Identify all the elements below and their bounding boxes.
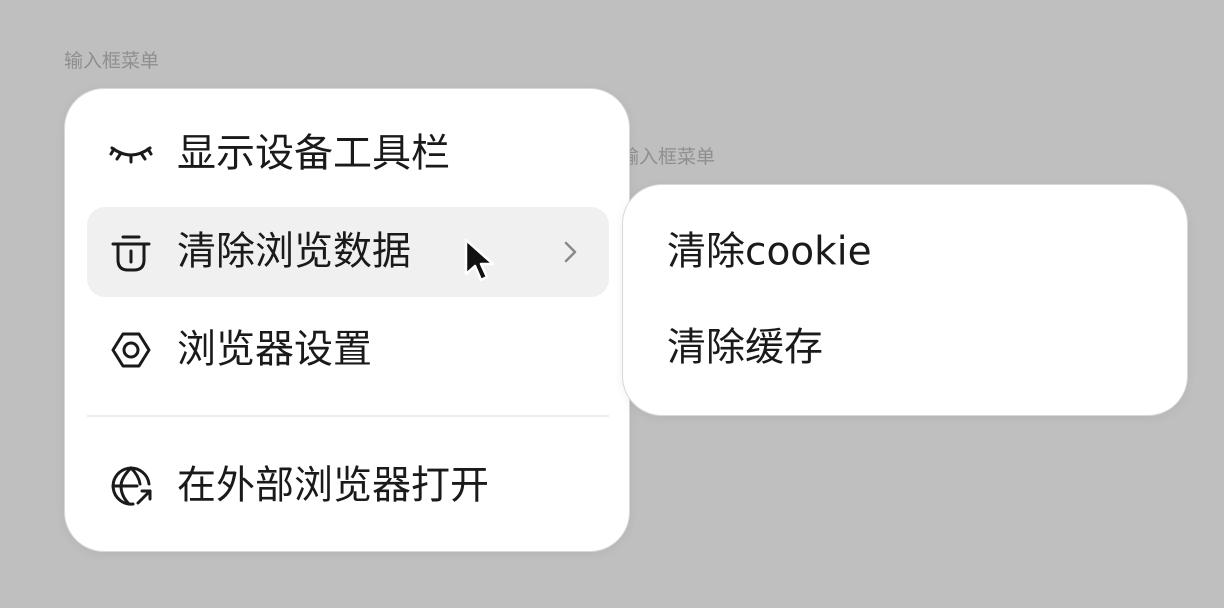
submenu-item-clear-cache[interactable]: 清除缓存 bbox=[645, 303, 1167, 393]
menu-item-show-device-toolbar[interactable]: 显示设备工具栏 bbox=[87, 109, 609, 199]
globe-external-icon bbox=[109, 464, 153, 508]
context-menu: 显示设备工具栏 清除浏览数据 浏览器设置 在外部浏览器打开 bbox=[64, 88, 630, 552]
trash-icon bbox=[109, 230, 153, 274]
eye-closed-icon bbox=[109, 132, 153, 176]
mouse-cursor-icon bbox=[464, 238, 495, 282]
submenu: 清除cookie 清除缓存 bbox=[622, 184, 1188, 416]
submenu-item-label: 清除缓存 bbox=[667, 325, 824, 371]
settings-hexagon-icon bbox=[109, 328, 153, 372]
menu-divider bbox=[87, 415, 609, 417]
menu-item-label: 清除浏览数据 bbox=[177, 229, 412, 275]
menu-item-open-in-external-browser[interactable]: 在外部浏览器打开 bbox=[87, 441, 609, 531]
chevron-right-icon bbox=[564, 241, 577, 263]
submenu-item-clear-cookie[interactable]: 清除cookie bbox=[645, 207, 1167, 297]
menu-item-clear-browsing-data[interactable]: 清除浏览数据 bbox=[87, 207, 609, 297]
menu-item-label: 在外部浏览器打开 bbox=[177, 463, 490, 509]
menu-item-label: 浏览器设置 bbox=[177, 327, 373, 373]
menu-item-browser-settings[interactable]: 浏览器设置 bbox=[87, 305, 609, 395]
submenu-item-label: 清除cookie bbox=[667, 229, 872, 275]
sub-menu-caption: 输入框菜单 bbox=[620, 146, 716, 168]
menu-item-label: 显示设备工具栏 bbox=[177, 131, 451, 177]
main-menu-caption: 输入框菜单 bbox=[64, 50, 160, 72]
